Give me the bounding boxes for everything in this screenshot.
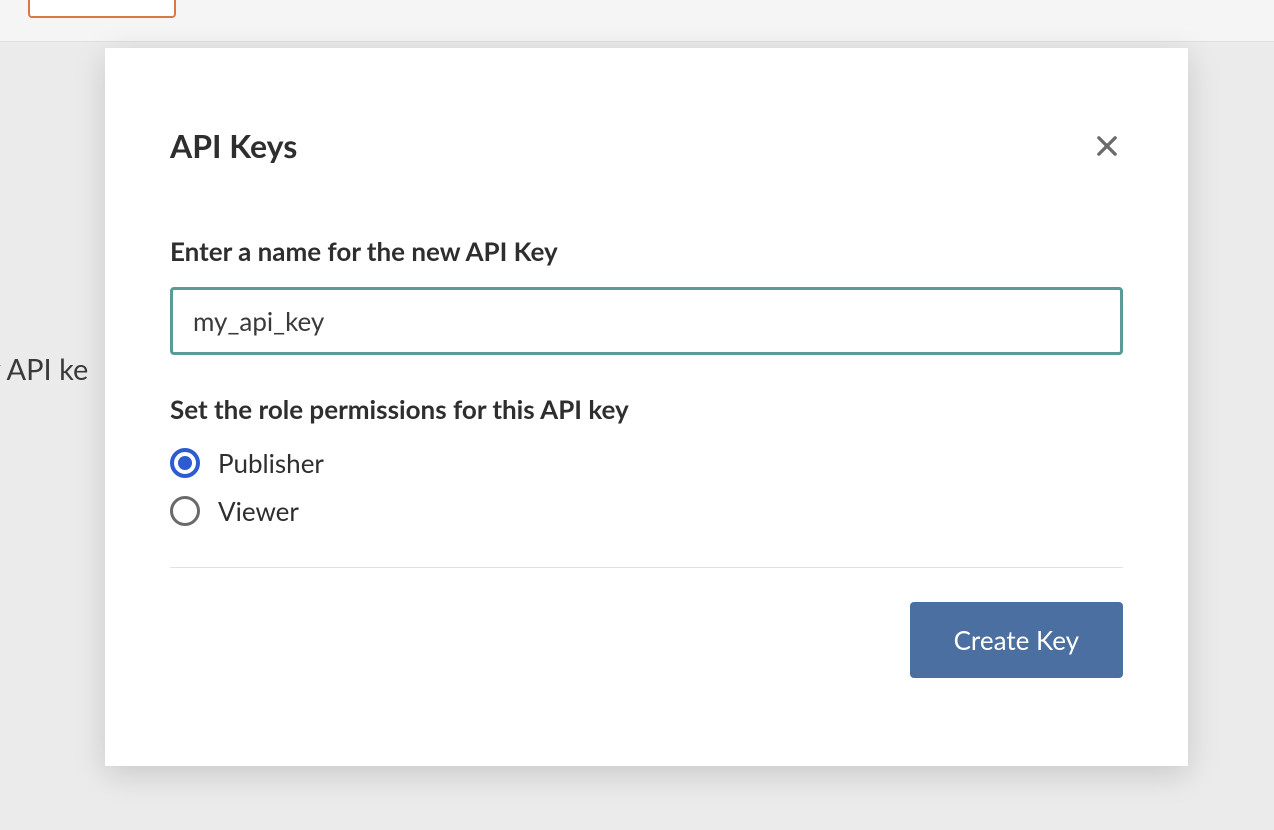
modal-header: API Keys bbox=[105, 48, 1188, 165]
background-partial-text: ny API ke bbox=[0, 352, 88, 387]
top-bar-button-outline[interactable] bbox=[28, 0, 176, 18]
create-key-button[interactable]: Create Key bbox=[910, 602, 1123, 678]
role-permissions-label: Set the role permissions for this API ke… bbox=[170, 393, 1123, 425]
role-option-publisher[interactable]: Publisher bbox=[170, 447, 1123, 479]
radio-label: Publisher bbox=[218, 447, 324, 479]
api-keys-modal: API Keys Enter a name for the new API Ke… bbox=[105, 48, 1188, 766]
api-key-name-label: Enter a name for the new API Key bbox=[170, 235, 1123, 267]
modal-title: API Keys bbox=[170, 126, 297, 165]
top-bar bbox=[0, 0, 1274, 42]
api-key-name-wrapper bbox=[170, 287, 1123, 355]
modal-body: Enter a name for the new API Key Set the… bbox=[105, 165, 1188, 568]
api-key-name-input[interactable] bbox=[170, 287, 1123, 355]
role-option-viewer[interactable]: Viewer bbox=[170, 495, 1123, 527]
role-radio-group: Publisher Viewer bbox=[170, 447, 1123, 527]
radio-icon bbox=[170, 496, 200, 526]
radio-icon bbox=[170, 448, 200, 478]
close-icon bbox=[1093, 132, 1121, 160]
close-button[interactable] bbox=[1091, 130, 1123, 162]
radio-label: Viewer bbox=[218, 495, 299, 527]
modal-footer: Create Key bbox=[105, 568, 1188, 678]
